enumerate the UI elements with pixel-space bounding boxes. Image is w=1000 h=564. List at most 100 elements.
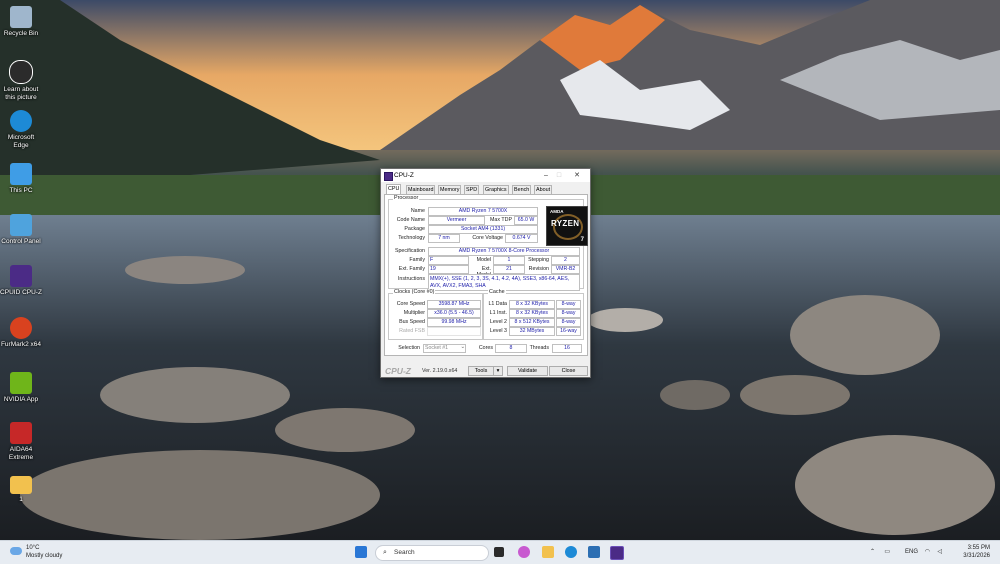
edge-taskbar-icon[interactable]	[565, 546, 577, 558]
cpuz-titlebar[interactable]: CPU-Z – □ ✕	[381, 169, 590, 182]
l3-way: 16-way	[556, 327, 581, 336]
selection-label: Selection	[398, 345, 420, 351]
desktop-icon-furmark[interactable]: FurMark2 x64	[0, 317, 42, 349]
nvidia-icon	[10, 372, 32, 394]
maximize-icon: □	[556, 172, 562, 179]
tab-about[interactable]: About	[534, 185, 553, 194]
codename-label: Code Name	[396, 217, 425, 223]
weather-desc: Mostly cloudy	[26, 553, 63, 559]
corespeed-value: 3598.87 MHz	[427, 300, 481, 309]
stepping-value: 2	[551, 256, 580, 265]
desktop-icon-recycle-bin[interactable]: Recycle Bin	[0, 6, 42, 38]
folder-icon	[10, 476, 32, 494]
cpuz-icon	[10, 265, 32, 287]
close-icon[interactable]: ✕	[572, 171, 582, 180]
clocks-group: Clocks (Core #0) Core Speed 3598.87 MHz …	[388, 289, 483, 340]
extfamily-value: 19	[428, 265, 469, 274]
l2-label: Level 2	[489, 319, 507, 325]
desktop-icon-nvidia[interactable]: NVIDIA App	[0, 372, 42, 404]
clocks-group-label: Clocks (Core #0)	[393, 289, 436, 295]
chevron-down-icon[interactable]: ⌄	[457, 344, 465, 350]
model-value: 1	[493, 256, 525, 265]
model-label: Model	[476, 257, 491, 263]
tab-memory[interactable]: Memory	[438, 185, 462, 194]
instructions-label: Instructions	[397, 276, 425, 282]
validate-button[interactable]: Validate	[507, 366, 548, 376]
maxtdp-value: 65.0 W	[514, 216, 538, 225]
monitor-icon	[10, 163, 32, 185]
codename-value: Vermeer	[428, 216, 485, 225]
cloud-icon	[10, 547, 22, 555]
tab-mainboard[interactable]: Mainboard	[406, 185, 436, 194]
l1d-label: L1 Data	[488, 301, 507, 307]
corevoltage-value: 0.674 V	[505, 234, 538, 243]
chevron-up-icon[interactable]: ⌃	[870, 548, 875, 555]
logo-brand: AMDA	[550, 209, 564, 214]
clock[interactable]: 3:55 PM 3/31/2026	[946, 544, 990, 560]
desktop-icon-folder[interactable]: 1	[0, 476, 42, 504]
ratedfsb-value	[427, 327, 481, 336]
tools-dropdown-icon[interactable]: ▾	[493, 366, 503, 376]
technology-value: 7 nm	[428, 234, 460, 243]
technology-label: Technology	[398, 235, 425, 241]
ratedfsb-label: Rated FSB	[399, 328, 425, 334]
tab-cpu[interactable]: CPU	[386, 184, 402, 194]
desktop-icon-learn-picture[interactable]: Learn about this picture	[0, 60, 42, 102]
cpuz-taskbar-icon[interactable]	[610, 546, 624, 560]
tab-spd[interactable]: SPD	[464, 185, 480, 194]
start-button-icon[interactable]	[355, 546, 367, 558]
clock-time: 3:55 PM	[967, 545, 990, 551]
desktop-icon-edge[interactable]: Microsoft Edge	[0, 110, 42, 150]
window-title: CPU-Z	[394, 172, 414, 179]
revision-label: Revision	[528, 266, 549, 272]
family-label: Family	[409, 257, 425, 263]
logo-line: RYZEN	[551, 219, 580, 228]
desktop-icon-this-pc[interactable]: This PC	[0, 163, 42, 195]
cpuz-app-icon	[384, 172, 393, 181]
volume-icon[interactable]: ◁	[937, 548, 942, 555]
tools-button[interactable]: Tools	[468, 366, 494, 376]
close-button[interactable]: Close	[549, 366, 588, 376]
aida64-icon	[10, 422, 32, 444]
cpuz-brand-logo: CPU-Z	[385, 366, 411, 376]
l3-label: Level 3	[489, 328, 507, 334]
tab-graphics[interactable]: Graphics	[483, 185, 509, 194]
specification-label: Specification	[394, 248, 425, 254]
minimize-icon[interactable]: –	[541, 171, 551, 180]
file-explorer-icon[interactable]	[542, 546, 554, 558]
cpu-tab-panel: Processor Name AMD Ryzen 7 5700X Code Na…	[384, 194, 588, 356]
l1i-way: 8-way	[556, 309, 581, 318]
threads-value: 16	[552, 344, 582, 353]
l2-way: 8-way	[556, 318, 581, 327]
taskbar-search[interactable]: ⌕ Search	[375, 545, 489, 561]
logo-tier: 7	[580, 237, 584, 243]
camera-icon	[9, 60, 33, 84]
desktop-icon-aida64[interactable]: AIDA64 Extreme	[0, 422, 42, 462]
l3-value: 32 MBytes	[509, 327, 555, 336]
store-icon[interactable]	[588, 546, 600, 558]
busspeed-value: 99.98 MHz	[427, 318, 481, 327]
processor-group: Processor Name AMD Ryzen 7 5700X Code Na…	[388, 195, 588, 292]
control-panel-icon	[10, 214, 32, 236]
weather-temp: 10°C	[26, 545, 40, 551]
stepping-label: Stepping	[528, 257, 549, 263]
furmark-icon	[10, 317, 32, 339]
threads-label: Threads	[529, 345, 549, 351]
l1i-label: L1 Inst.	[489, 310, 507, 316]
version-text: Ver. 2.19.0.x64	[422, 368, 458, 374]
cpuz-window[interactable]: CPU-Z – □ ✕ CPU Mainboard Memory SPD Gra…	[380, 168, 591, 378]
network-icon[interactable]: ▭	[884, 548, 890, 555]
task-view-icon[interactable]	[494, 547, 504, 557]
wifi-icon[interactable]: ◠	[925, 548, 930, 555]
language-indicator[interactable]: ENG	[905, 549, 918, 555]
desktop-icon-cpuz[interactable]: CPUID CPU-Z	[0, 265, 42, 297]
cores-label: Cores	[478, 345, 493, 351]
copilot-icon[interactable]	[518, 546, 530, 558]
desktop-icon-control-panel[interactable]: Control Panel	[0, 214, 42, 246]
package-label: Package	[404, 226, 425, 232]
revision-value: VMR-B2	[551, 265, 580, 274]
multiplier-value: x36.0 (5.5 - 46.5)	[427, 309, 481, 318]
specification-value: AMD Ryzen 7 5700X 8-Core Processor	[428, 247, 580, 256]
tab-bench[interactable]: Bench	[512, 185, 532, 194]
corevoltage-label: Core Voltage	[472, 235, 503, 241]
